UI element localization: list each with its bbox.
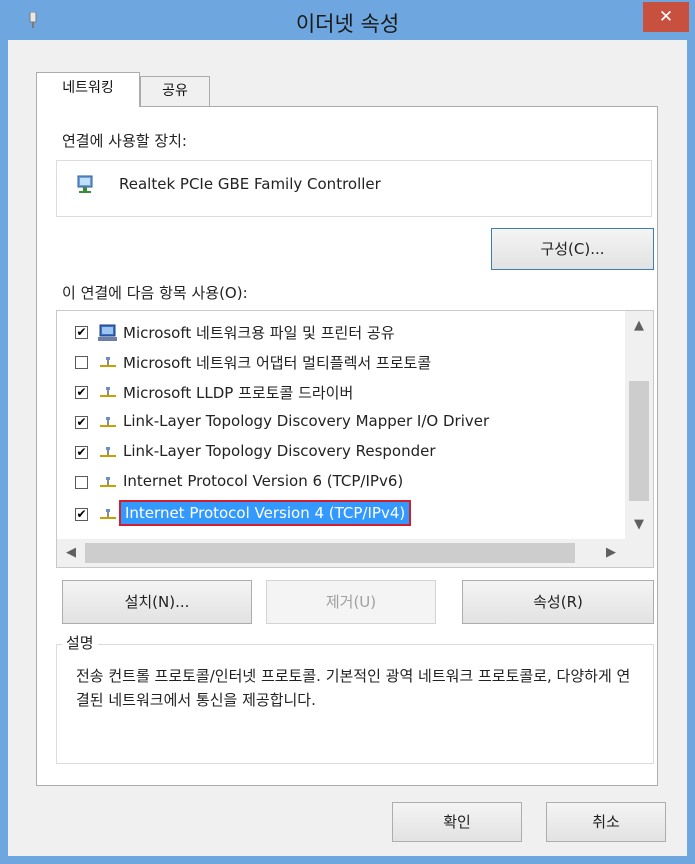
protocol-icon — [100, 387, 116, 397]
item-checkbox[interactable] — [75, 356, 88, 369]
item-checkbox[interactable]: ✔ — [75, 326, 88, 339]
protocol-icon — [100, 447, 116, 457]
item-checkbox[interactable] — [75, 476, 88, 489]
list-item[interactable]: ✔ Link-Layer Topology Discovery Responde… — [57, 439, 617, 467]
cancel-button[interactable]: 취소 — [546, 802, 666, 842]
item-label: Internet Protocol Version 4 (TCP/IPv4) — [118, 500, 412, 526]
items-list[interactable]: ✔ Microsoft 네트워크용 파일 및 프린터 공유 Microsoft … — [56, 310, 654, 568]
close-button[interactable]: ✕ — [643, 2, 689, 32]
scroll-right-icon[interactable]: ▶ — [597, 539, 625, 567]
shared-computer-icon — [98, 324, 117, 341]
horizontal-scrollbar[interactable]: ◀ ▶ — [57, 539, 625, 567]
items-label: 이 연결에 다음 항목 사용(O): — [62, 284, 248, 302]
item-checkbox[interactable]: ✔ — [75, 508, 88, 521]
scroll-corner — [625, 539, 653, 567]
description-text: 전송 컨트롤 프로토콜/인터넷 프로토콜. 기본적인 광역 네트워크 프로토콜로… — [76, 667, 631, 709]
protocol-icon — [100, 357, 116, 367]
description-title: 설명 — [62, 632, 98, 653]
item-label: Microsoft 네트워크 어댑터 멀티플렉서 프로토콜 — [123, 354, 432, 372]
device-box: Realtek PCIe GBE Family Controller — [56, 160, 652, 217]
vertical-scrollbar[interactable]: ▲ ▼ — [625, 311, 653, 539]
uninstall-button: 제거(U) — [266, 580, 436, 624]
vertical-scroll-thumb[interactable] — [629, 381, 649, 501]
item-label: Link-Layer Topology Discovery Mapper I/O… — [123, 412, 490, 430]
properties-button[interactable]: 속성(R) — [462, 580, 654, 624]
item-label: Internet Protocol Version 6 (TCP/IPv6) — [123, 472, 404, 490]
list-item[interactable]: ✔ Microsoft LLDP 프로토콜 드라이버 — [57, 379, 617, 407]
configure-button[interactable]: 구성(C)... — [491, 228, 654, 270]
scroll-up-icon[interactable]: ▲ — [625, 311, 653, 341]
title-bar[interactable]: 이더넷 속성 ✕ — [0, 0, 695, 40]
list-item[interactable]: Microsoft 네트워크 어댑터 멀티플렉서 프로토콜 — [57, 349, 617, 377]
item-label: Microsoft LLDP 프로토콜 드라이버 — [123, 384, 354, 402]
horizontal-scroll-thumb[interactable] — [85, 543, 575, 563]
ok-button[interactable]: 확인 — [392, 802, 522, 842]
item-checkbox[interactable]: ✔ — [75, 416, 88, 429]
scroll-down-icon[interactable]: ▼ — [625, 511, 653, 539]
list-item[interactable]: ✔ Link-Layer Topology Discovery Mapper I… — [57, 409, 617, 437]
list-item[interactable]: ✔ Microsoft 네트워크용 파일 및 프린터 공유 — [57, 319, 617, 347]
window-title: 이더넷 속성 — [295, 12, 400, 36]
device-name: Realtek PCIe GBE Family Controller — [119, 175, 381, 193]
connect-using-label: 연결에 사용할 장치: — [62, 132, 187, 150]
protocol-icon — [100, 417, 116, 427]
item-label: Link-Layer Topology Discovery Responder — [123, 442, 436, 460]
properties-window: 이더넷 속성 ✕ 네트워킹 공유 연결에 사용할 장치: Realtek PCI… — [0, 0, 695, 864]
tab-networking[interactable]: 네트워킹 — [36, 72, 140, 107]
scroll-left-icon[interactable]: ◀ — [57, 539, 85, 567]
item-checkbox[interactable]: ✔ — [75, 446, 88, 459]
network-card-icon — [77, 175, 93, 193]
tab-sharing[interactable]: 공유 — [140, 76, 210, 107]
protocol-icon — [100, 477, 116, 487]
item-checkbox[interactable]: ✔ — [75, 386, 88, 399]
protocol-icon — [100, 509, 116, 519]
list-item[interactable]: Internet Protocol Version 6 (TCP/IPv6) — [57, 469, 617, 497]
install-button[interactable]: 설치(N)... — [62, 580, 252, 624]
list-item-selected[interactable]: ✔ Internet Protocol Version 4 (TCP/IPv4) — [57, 500, 617, 529]
item-label: Microsoft 네트워크용 파일 및 프린터 공유 — [123, 324, 395, 342]
